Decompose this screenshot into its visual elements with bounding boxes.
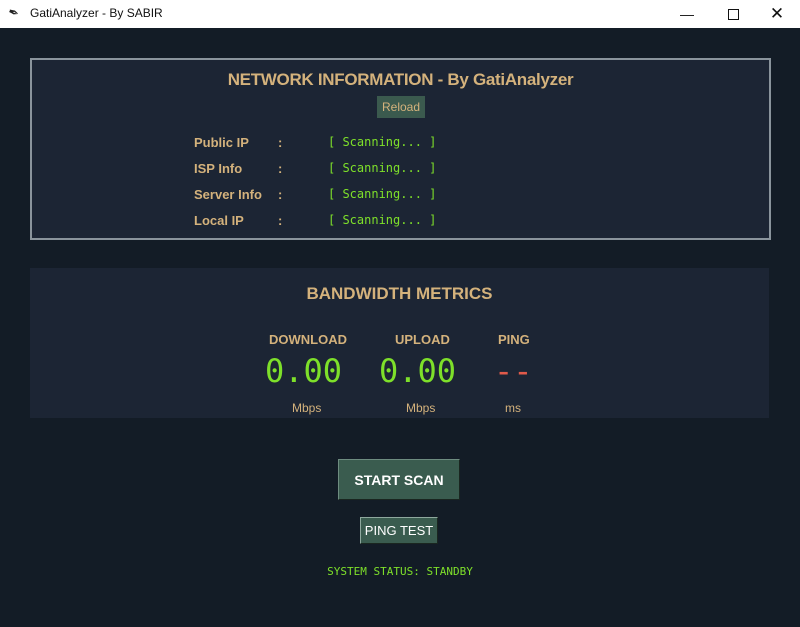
close-icon: ✕: [769, 4, 785, 23]
public-ip-label: Public IP: [194, 135, 249, 150]
upload-value: 0.00: [379, 352, 457, 390]
public-ip-colon: :: [278, 135, 283, 150]
download-unit: Mbps: [292, 401, 322, 415]
server-info-value: [ Scanning... ]: [328, 187, 437, 201]
reload-button[interactable]: Reload: [377, 96, 425, 118]
close-button[interactable]: ✕: [754, 0, 800, 28]
minimize-icon: —: [680, 6, 694, 22]
feather-icon: ✒: [5, 3, 22, 22]
upload-label: UPLOAD: [395, 332, 450, 347]
server-info-colon: :: [278, 187, 283, 202]
minimize-button[interactable]: —: [664, 0, 710, 28]
public-ip-row: Public IP : [ Scanning... ]: [32, 135, 769, 153]
bandwidth-metrics-title: BANDWIDTH METRICS: [306, 284, 493, 303]
server-info-row: Server Info : [ Scanning... ]: [32, 187, 769, 205]
maximize-icon: [727, 8, 739, 20]
local-ip-label: Local IP: [194, 213, 244, 228]
download-value: 0.00: [265, 352, 343, 390]
system-status: SYSTEM STATUS: STANDBY: [327, 565, 473, 578]
title-bar: ✒ GatiAnalyzer - By SABIR — ✕: [0, 0, 800, 28]
ping-test-button[interactable]: PING TEST: [360, 517, 438, 544]
network-info-panel: NETWORK INFORMATION - By GatiAnalyzer Re…: [30, 58, 771, 240]
upload-unit: Mbps: [406, 401, 436, 415]
network-info-title: NETWORK INFORMATION - By GatiAnalyzer: [227, 70, 574, 89]
local-ip-colon: :: [278, 213, 283, 228]
local-ip-row: Local IP : [ Scanning... ]: [32, 213, 769, 231]
isp-info-row: ISP Info : [ Scanning... ]: [32, 161, 769, 179]
bandwidth-metrics-panel: BANDWIDTH METRICS DOWNLOAD 0.00 Mbps UPL…: [30, 268, 769, 418]
local-ip-value: [ Scanning... ]: [328, 213, 437, 227]
isp-info-colon: :: [278, 161, 283, 176]
ping-value: --: [494, 352, 533, 390]
download-label: DOWNLOAD: [269, 332, 347, 347]
isp-info-value: [ Scanning... ]: [328, 161, 437, 175]
window-title: GatiAnalyzer - By SABIR: [30, 6, 163, 20]
public-ip-value: [ Scanning... ]: [328, 135, 437, 149]
maximize-button[interactable]: [710, 0, 756, 28]
start-scan-button[interactable]: START SCAN: [338, 459, 460, 500]
ping-label: PING: [498, 332, 530, 347]
ping-unit: ms: [505, 401, 521, 415]
server-info-label: Server Info: [194, 187, 262, 202]
isp-info-label: ISP Info: [194, 161, 243, 176]
